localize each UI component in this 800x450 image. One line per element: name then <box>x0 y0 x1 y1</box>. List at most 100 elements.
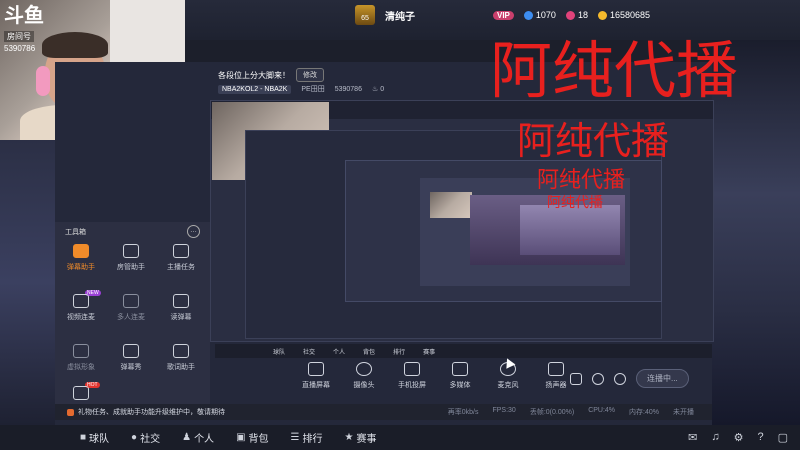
preview-nav-item: 个人 <box>333 349 346 356</box>
room-manager-icon <box>123 244 139 258</box>
trophy-icon: ★ <box>344 432 354 443</box>
tool-label: 弹幕秀 <box>120 364 142 371</box>
nav-events[interactable]: ★ 赛事 <box>344 430 376 445</box>
preview-nav-item: 排行 <box>393 349 406 356</box>
control-label: 麦克风 <box>497 382 519 389</box>
upload-rate: 再率0kb/s <box>447 409 479 416</box>
tool-read-danmaku[interactable]: 读弹幕 <box>157 288 205 332</box>
nav-label: 背包 <box>248 434 269 445</box>
tool-gift[interactable]: HOT <box>57 380 105 402</box>
video-link-icon <box>73 294 89 308</box>
category-tag[interactable]: NBA2KOL2 - NBA2K <box>218 84 292 94</box>
nav-rank[interactable]: ☰ 排行 <box>291 430 323 445</box>
coin-balance: 16580685 <box>597 10 650 21</box>
bag-icon: ▣ <box>236 432 246 443</box>
tool-task[interactable]: 主播任务 <box>157 238 205 282</box>
heat-count: ♨ 0 <box>371 86 385 93</box>
tool-label: 弹幕助手 <box>67 264 95 271</box>
platform-label: PE田田 <box>301 86 325 93</box>
stream-title-row: 各段位上分大脚来！ 修改 <box>218 68 324 82</box>
camera-icon <box>356 362 372 376</box>
preview-nav-item: 球队 <box>273 349 286 356</box>
bottom-nav-items: ■ 球队 ● 社交 ♟ 个人 ▣ 背包 ☰ 排行 ★ 赛事 <box>80 430 376 445</box>
multi-link-icon <box>123 294 139 308</box>
tool-multi-link[interactable]: 多人连麦 <box>107 288 155 332</box>
player-level: 65 <box>361 15 369 22</box>
live-button[interactable]: 连播中... <box>636 369 689 388</box>
tool-danmaku-assistant[interactable]: 弹幕助手 <box>57 238 105 282</box>
toolbox-panel: 工具箱 … 弹幕助手 房管助手 主播任务 NEW 视频连麦 多人连麦 读弹幕 虚… <box>55 222 210 404</box>
music-icon[interactable]: ♫ <box>711 431 719 444</box>
channel-logo-text: 斗鱼 <box>4 5 44 27</box>
nav-social[interactable]: ● 社交 <box>131 430 160 445</box>
phone-cast-button[interactable]: 手机投屏 <box>391 362 433 398</box>
tool-label: 歌词助手 <box>167 364 195 371</box>
nav-person[interactable]: ♟ 个人 <box>182 430 214 445</box>
tool-danmaku-show[interactable]: 弹幕秀 <box>107 338 155 382</box>
fish-ball-value: 1070 <box>535 9 556 20</box>
dropped-frames: 丢帧:0(0.00%) <box>529 409 575 416</box>
more-icon[interactable]: … <box>187 225 200 238</box>
nav-label: 社交 <box>140 434 161 445</box>
tool-lyrics[interactable]: 歌词助手 <box>157 338 205 382</box>
tool-avatar[interactable]: 虚拟形象 <box>57 338 105 382</box>
control-label: 摄像头 <box>353 382 375 389</box>
fish-ball-balance: 1070 <box>523 9 556 21</box>
headphone-left <box>36 66 50 96</box>
mail-icon[interactable]: ✉ <box>688 431 697 444</box>
stream-actions: 连播中... <box>570 369 689 388</box>
record-icon[interactable] <box>570 372 582 385</box>
media-icon <box>452 362 468 376</box>
screen-capture-button[interactable]: 直播屏幕 <box>295 362 337 398</box>
team-icon: ■ <box>80 432 87 443</box>
gear-icon[interactable]: ⚙ <box>734 431 744 444</box>
tool-label: 读弹幕 <box>170 314 192 321</box>
help-icon[interactable]: ? <box>757 431 763 444</box>
camera-button[interactable]: 摄像头 <box>343 362 385 398</box>
tool-video-link[interactable]: NEW 视频连麦 <box>57 288 105 332</box>
lyrics-icon <box>173 344 189 358</box>
preview-webcam-3 <box>430 192 472 218</box>
heat-value: 0 <box>380 86 385 93</box>
settings-icon[interactable] <box>614 372 626 385</box>
notice-text: 礼物任务、成就助手功能升级维护中，敬请期待 <box>78 409 225 416</box>
phone-cast-icon <box>404 362 420 376</box>
social-icon: ● <box>131 432 138 443</box>
media-button[interactable]: 多媒体 <box>439 362 481 398</box>
window-icon[interactable]: ▢ <box>778 431 788 444</box>
channel-logo: 斗鱼 房间号 5390786 <box>4 6 52 54</box>
nav-team[interactable]: ■ 球队 <box>80 430 109 445</box>
gift-icon <box>73 386 89 400</box>
fin-balance: 18 <box>565 9 588 21</box>
player-avatar[interactable]: 65 <box>355 5 375 25</box>
bottom-right-icons: ✉ ♫ ⚙ ? ▢ <box>688 431 788 444</box>
vip-badge[interactable]: VIP <box>493 10 514 20</box>
memory-usage: 内存:40% <box>629 409 659 416</box>
control-label: 扬声器 <box>545 382 567 389</box>
preview-nav-item: 赛事 <box>423 349 436 356</box>
watermark-small: 阿纯代播 <box>537 168 626 193</box>
edit-title-button[interactable]: 修改 <box>296 68 324 82</box>
eye-icon[interactable] <box>592 372 604 385</box>
game-bottom-nav: ■ 球队 ● 社交 ♟ 个人 ▣ 背包 ☰ 排行 ★ 赛事 ✉ ♫ ⚙ ? ▢ <box>0 425 800 450</box>
avatar-icon <box>73 344 89 358</box>
tool-label: 房管助手 <box>117 264 145 271</box>
screen-icon <box>308 362 324 376</box>
control-label: 手机投屏 <box>398 382 426 389</box>
notice: 礼物任务、成就助手功能升级维护中，敬请期待 <box>67 407 225 417</box>
watermark-tiny: 阿纯代播 <box>547 195 603 211</box>
nav-label: 个人 <box>194 434 215 445</box>
fps: FPS:30 <box>492 407 516 414</box>
fin-value: 18 <box>577 9 588 20</box>
nav-label: 球队 <box>89 434 110 445</box>
panel-room-id: 5390786 <box>334 85 362 93</box>
tool-label: 主播任务 <box>167 264 195 271</box>
nav-bag[interactable]: ▣ 背包 <box>236 430 268 445</box>
preview-game-nav: 球队 社交 个人 背包 排行 赛事 <box>215 344 712 358</box>
person-icon: ♟ <box>182 432 192 443</box>
tool-room-manager[interactable]: 房管助手 <box>107 238 155 282</box>
task-icon <box>173 244 189 258</box>
capture-controls: 直播屏幕 摄像头 手机投屏 多媒体 麦克风 扬声器 <box>295 362 577 398</box>
player-name: 清纯子 <box>385 11 415 23</box>
speaker-icon <box>548 362 564 376</box>
